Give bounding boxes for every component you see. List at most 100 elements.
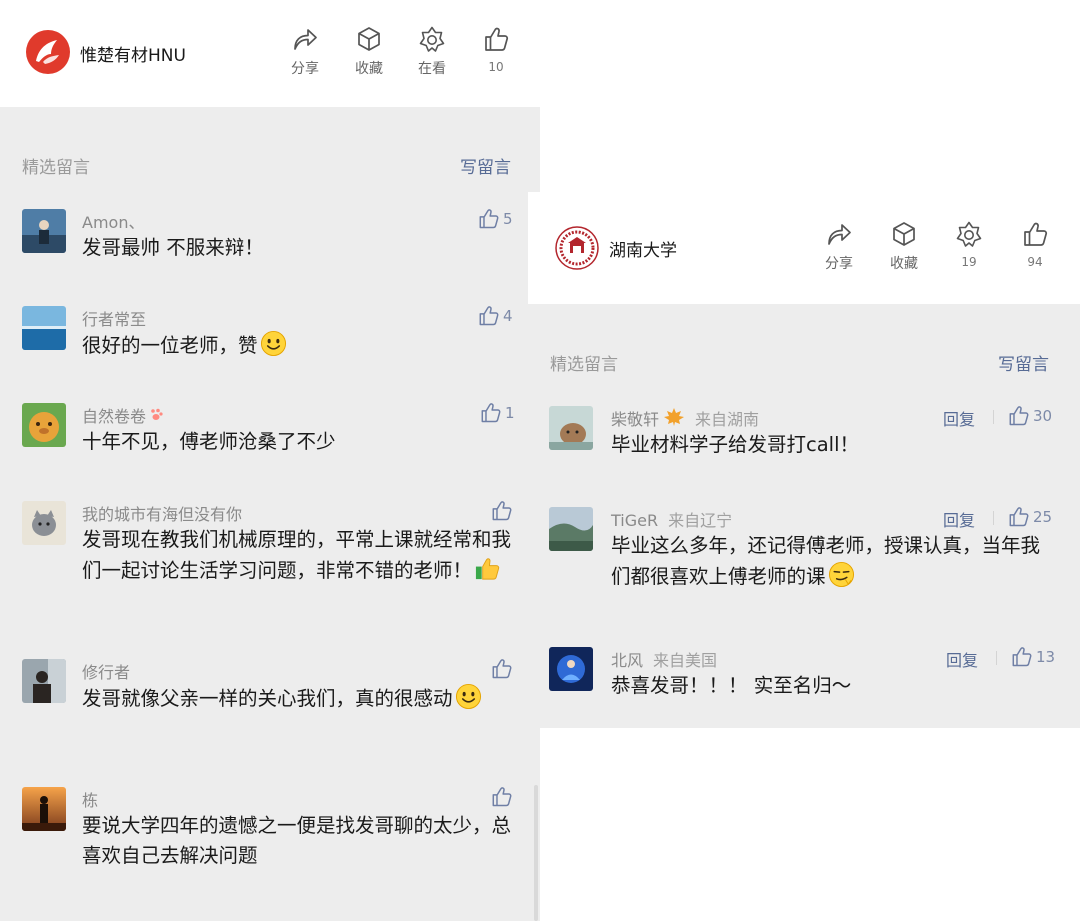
like-count: 13 [1036,647,1056,666]
comment-text-content: 发哥现在教我们机械原理的，平常上课就经常和我们一起讨论生活学习问题，非常不错的老… [82,528,512,582]
like-article-count: 94 [1027,255,1043,269]
reply-button[interactable]: 回复 [943,406,975,430]
thumbs-up-icon [490,785,513,808]
share-button[interactable]: 分享 [275,25,335,78]
favorite-button[interactable]: 收藏 [874,220,934,273]
smirk-emoji-icon [828,561,855,588]
comment-text-content: 恭喜发哥！！！ 实至名归～ [611,674,852,697]
star-icon [955,220,983,248]
avatar[interactable] [22,403,66,447]
comment-like[interactable]: 1 [479,401,515,424]
divider [993,511,994,525]
like-count: 1 [505,403,515,422]
avatar[interactable] [22,209,66,253]
like-article-button[interactable]: 94 [1005,220,1065,269]
box-icon [355,25,383,53]
share-button[interactable]: 分享 [809,220,869,273]
commenter-name[interactable]: Amon、 [82,209,144,233]
watching-button[interactable]: 在看 [402,25,462,78]
comment-like[interactable] [490,785,516,808]
box-icon [890,220,918,248]
commenter-name-text: TiGeR [611,511,659,530]
divider [996,651,997,665]
like-article-button[interactable]: 10 [466,25,526,74]
right-article-panel: 湖南大学 分享 收藏 19 94 精选留言 写留言 柴敬轩 来自湖南 回复 30… [528,192,1080,728]
thumbs-up-icon [1021,220,1049,248]
maple-leaf-icon [664,408,685,426]
avatar[interactable] [549,507,593,551]
share-icon [291,25,319,53]
comment-text: 十年不见，傅老师沧桑了不少 [82,427,522,457]
write-comment-button[interactable]: 写留言 [460,153,511,178]
like-count: 30 [1033,406,1053,425]
comment-like[interactable]: 13 [1010,645,1055,668]
avatar[interactable] [22,659,66,703]
comment-text-content: 要说大学四年的遗憾之一便是找发哥聊的太少，总喜欢自己去解决问题 [82,814,512,867]
comment-text-content: 毕业这么多年，还记得傅老师，授课认真，当年我们都很喜欢上傅老师的课 [611,534,1041,588]
reply-button[interactable]: 回复 [943,507,975,531]
comment-like[interactable] [490,657,516,680]
thumbs-up-icon [477,207,500,230]
thumbs-up-icon [1007,505,1030,528]
hnu-logo[interactable] [26,30,70,74]
favorite-label: 收藏 [355,61,383,77]
comment-like[interactable]: 5 [477,207,513,230]
thumbs-up-emoji-icon [475,558,500,580]
comment-like[interactable]: 25 [1007,505,1052,528]
comment-like[interactable] [490,499,516,522]
thumbs-up-icon [479,401,502,424]
watching-button[interactable]: 19 [939,220,999,269]
left-article-panel: 惟楚有材HNU 分享 收藏 在看 10 精选留言 写留言 Amon、 5 发哥最… [0,0,540,921]
commenter-name[interactable]: 栋 [82,787,98,811]
avatar[interactable] [22,501,66,545]
share-label: 分享 [291,61,319,77]
share-icon [825,220,853,248]
commenter-name[interactable]: 修行者 [82,659,130,683]
comment-text-content: 很好的一位老师，赞 [82,334,258,357]
commenter-name[interactable]: 自然卷卷 [82,403,164,427]
comment-text: 恭喜发哥！！！ 实至名归～ [611,671,1051,701]
avatar[interactable] [549,647,593,691]
avatar[interactable] [22,787,66,831]
watching-count: 19 [961,255,977,269]
account-name[interactable]: 惟楚有材HNU [80,41,186,66]
comment-text-content: 发哥最帅 不服来辩！ [82,236,264,259]
watching-label: 在看 [418,61,446,77]
comment-text: 发哥就像父亲一样的关心我们，真的很感动 [82,683,514,714]
favorite-button[interactable]: 收藏 [339,25,399,78]
comment-like[interactable]: 4 [477,304,513,327]
commenter-name[interactable]: 行者常至 [82,306,146,330]
write-comment-button[interactable]: 写留言 [998,350,1049,375]
comment-text-content: 发哥就像父亲一样的关心我们，真的很感动 [82,687,453,710]
paw-icon [151,408,163,420]
left-account-header: 惟楚有材HNU 分享 收藏 在看 10 [0,0,540,107]
commenter-location: 来自辽宁 [668,511,733,530]
right-comment-section: 精选留言 写留言 柴敬轩 来自湖南 回复 30 毕业材料学子给发哥打call！ T… [528,304,1080,728]
like-article-count: 10 [488,60,504,74]
like-count: 5 [503,209,513,228]
thumbs-up-icon [490,657,513,680]
commenter-name-text: 柴敬轩 [611,410,660,429]
left-comment-section: 精选留言 写留言 Amon、 5 发哥最帅 不服来辩！ 行者常至 4 很好的一位… [0,107,540,921]
scrollbar[interactable] [534,785,538,921]
commenter-name[interactable]: 我的城市有海但没有你 [82,501,242,525]
thumbs-up-icon [1010,645,1033,668]
section-title: 精选留言 [22,158,90,178]
comment-like[interactable]: 30 [1007,404,1052,427]
reply-button[interactable]: 回复 [946,647,978,671]
avatar[interactable] [549,406,593,450]
share-label: 分享 [825,256,853,272]
account-name[interactable]: 湖南大学 [609,236,677,261]
right-account-header: 湖南大学 分享 收藏 19 94 [528,192,1080,304]
commenter-name[interactable]: 北风 来自美国 [611,647,717,671]
commenter-name[interactable]: 柴敬轩 来自湖南 [611,406,759,430]
section-title: 精选留言 [550,355,618,375]
commenter-name[interactable]: TiGeR 来自辽宁 [611,507,732,531]
commenter-name-text: 自然卷卷 [82,407,147,426]
thumbs-up-icon [490,499,513,522]
like-count: 25 [1033,507,1053,526]
hnu-seal-logo[interactable] [555,226,599,270]
smile-emoji-icon [260,330,287,357]
commenter-name-text: 北风 [611,651,644,670]
avatar[interactable] [22,306,66,350]
